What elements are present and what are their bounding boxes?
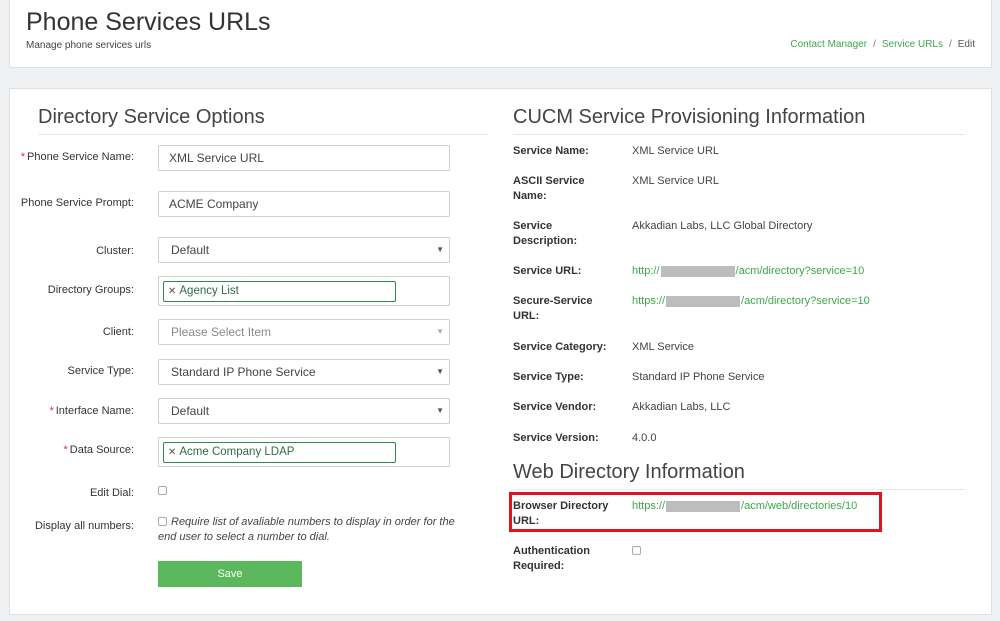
service-type-select[interactable]: Standard IP Phone Service ▼ [158, 359, 450, 385]
service-description-label: Service Description: [513, 220, 578, 247]
interface-name-label: * Interface Name: [49, 405, 134, 417]
breadcrumb: Contact Manager / Service URLs / Edit [790, 39, 975, 50]
service-description-value: Akkadian Labs, LLC Global Directory [632, 220, 813, 232]
service-version-value: 4.0.0 [632, 432, 657, 444]
service-type-label: Service Type: [67, 365, 134, 377]
cucm-provisioning-title: CUCM Service Provisioning Information [513, 106, 866, 128]
dropdown-caret-icon: ▼ [436, 367, 444, 376]
data-source-tag: ✕ Acme Company LDAP [163, 442, 396, 463]
secure-service-url-link[interactable]: https:///acm/directory?service=10 [632, 294, 870, 309]
service-type-selected-value: Standard IP Phone Service [171, 365, 316, 379]
authentication-required-checkbox[interactable] [632, 546, 641, 555]
cluster-select[interactable]: Default ▼ [158, 237, 450, 263]
breadcrumb-separator: / [948, 39, 952, 50]
client-label: Client: [102, 326, 134, 338]
save-button[interactable]: Save [158, 561, 302, 587]
edit-dial-checkbox[interactable] [158, 486, 167, 495]
service-name-label: Service Name: [513, 145, 589, 157]
section-divider [38, 134, 488, 135]
directory-groups-label: Directory Groups: [47, 284, 134, 296]
breadcrumb-separator: / [873, 39, 876, 50]
phone-service-prompt-label: Phone Service Prompt: [20, 197, 134, 209]
client-placeholder: Please Select Item [171, 325, 272, 339]
display-all-numbers-hint: Require list of avaliable numbers to dis… [158, 516, 455, 543]
remove-tag-icon[interactable]: ✕ [168, 286, 176, 297]
phone-service-name-input[interactable]: XML Service URL [158, 145, 450, 171]
service-category-value: XML Service [632, 341, 694, 353]
required-marker: * [63, 444, 68, 456]
breadcrumb-current: Edit [957, 39, 975, 50]
page-header: Phone Services URLs Manage phone service… [9, 0, 992, 68]
service-category-label: Service Category: [513, 341, 607, 353]
page-subtitle: Manage phone services urls [26, 40, 152, 51]
interface-name-select[interactable]: Default ▼ [158, 398, 450, 424]
directory-groups-multiselect[interactable]: ✕ Agency List [158, 276, 450, 306]
section-divider [513, 134, 965, 135]
breadcrumb-contact-manager[interactable]: Contact Manager [790, 39, 867, 50]
remove-tag-icon[interactable]: ✕ [168, 447, 176, 458]
breadcrumb-service-urls[interactable]: Service URLs [882, 39, 943, 50]
required-marker: * [49, 405, 54, 417]
web-directory-title: Web Directory Information [513, 461, 745, 483]
service-url-link[interactable]: http:///acm/directory?service=10 [632, 264, 864, 279]
interface-name-selected-value: Default [171, 404, 210, 418]
secure-service-url-label: Secure-Service URL: [513, 295, 593, 322]
directory-service-options-title: Directory Service Options [38, 106, 265, 128]
ascii-service-name-value: XML Service URL [632, 175, 720, 187]
service-vendor-label: Service Vendor: [513, 401, 597, 413]
data-source-label: * Data Source: [63, 444, 134, 456]
display-all-numbers-label: Display all numbers: [34, 520, 134, 532]
cluster-selected-value: Default [171, 243, 210, 257]
service-type-info-value: Standard IP Phone Service [632, 371, 765, 383]
dropdown-caret-icon: ▼ [436, 406, 444, 415]
ascii-service-name-label: ASCII Service Name: [513, 175, 585, 202]
service-name-value: XML Service URL [632, 145, 720, 157]
section-divider [513, 489, 965, 490]
service-url-label: Service URL: [513, 265, 582, 277]
dropdown-caret-icon: ▼ [436, 327, 444, 336]
service-vendor-value: Akkadian Labs, LLC [632, 401, 731, 413]
data-source-multiselect[interactable]: ✕ Acme Company LDAP [158, 437, 450, 467]
service-version-label: Service Version: [513, 432, 599, 444]
authentication-required-label: Authentication Required: [513, 545, 590, 572]
dropdown-caret-icon: ▼ [436, 245, 444, 254]
service-type-info-label: Service Type: [513, 371, 584, 383]
edit-dial-label: Edit Dial: [89, 487, 134, 499]
required-marker: * [20, 151, 25, 163]
page-title: Phone Services URLs [26, 8, 271, 36]
redacted-host [660, 265, 735, 277]
cluster-label: Cluster: [96, 245, 134, 257]
redacted-host [666, 295, 741, 307]
phone-service-prompt-input[interactable]: ACME Company [158, 191, 450, 217]
directory-group-tag: ✕ Agency List [163, 281, 396, 302]
main-panel: Directory Service Options * Phone Service… [9, 88, 992, 615]
phone-service-name-label: * Phone Service Name: [20, 151, 134, 163]
client-select[interactable]: Please Select Item ▼ [158, 319, 450, 345]
highlight-box [509, 492, 882, 532]
